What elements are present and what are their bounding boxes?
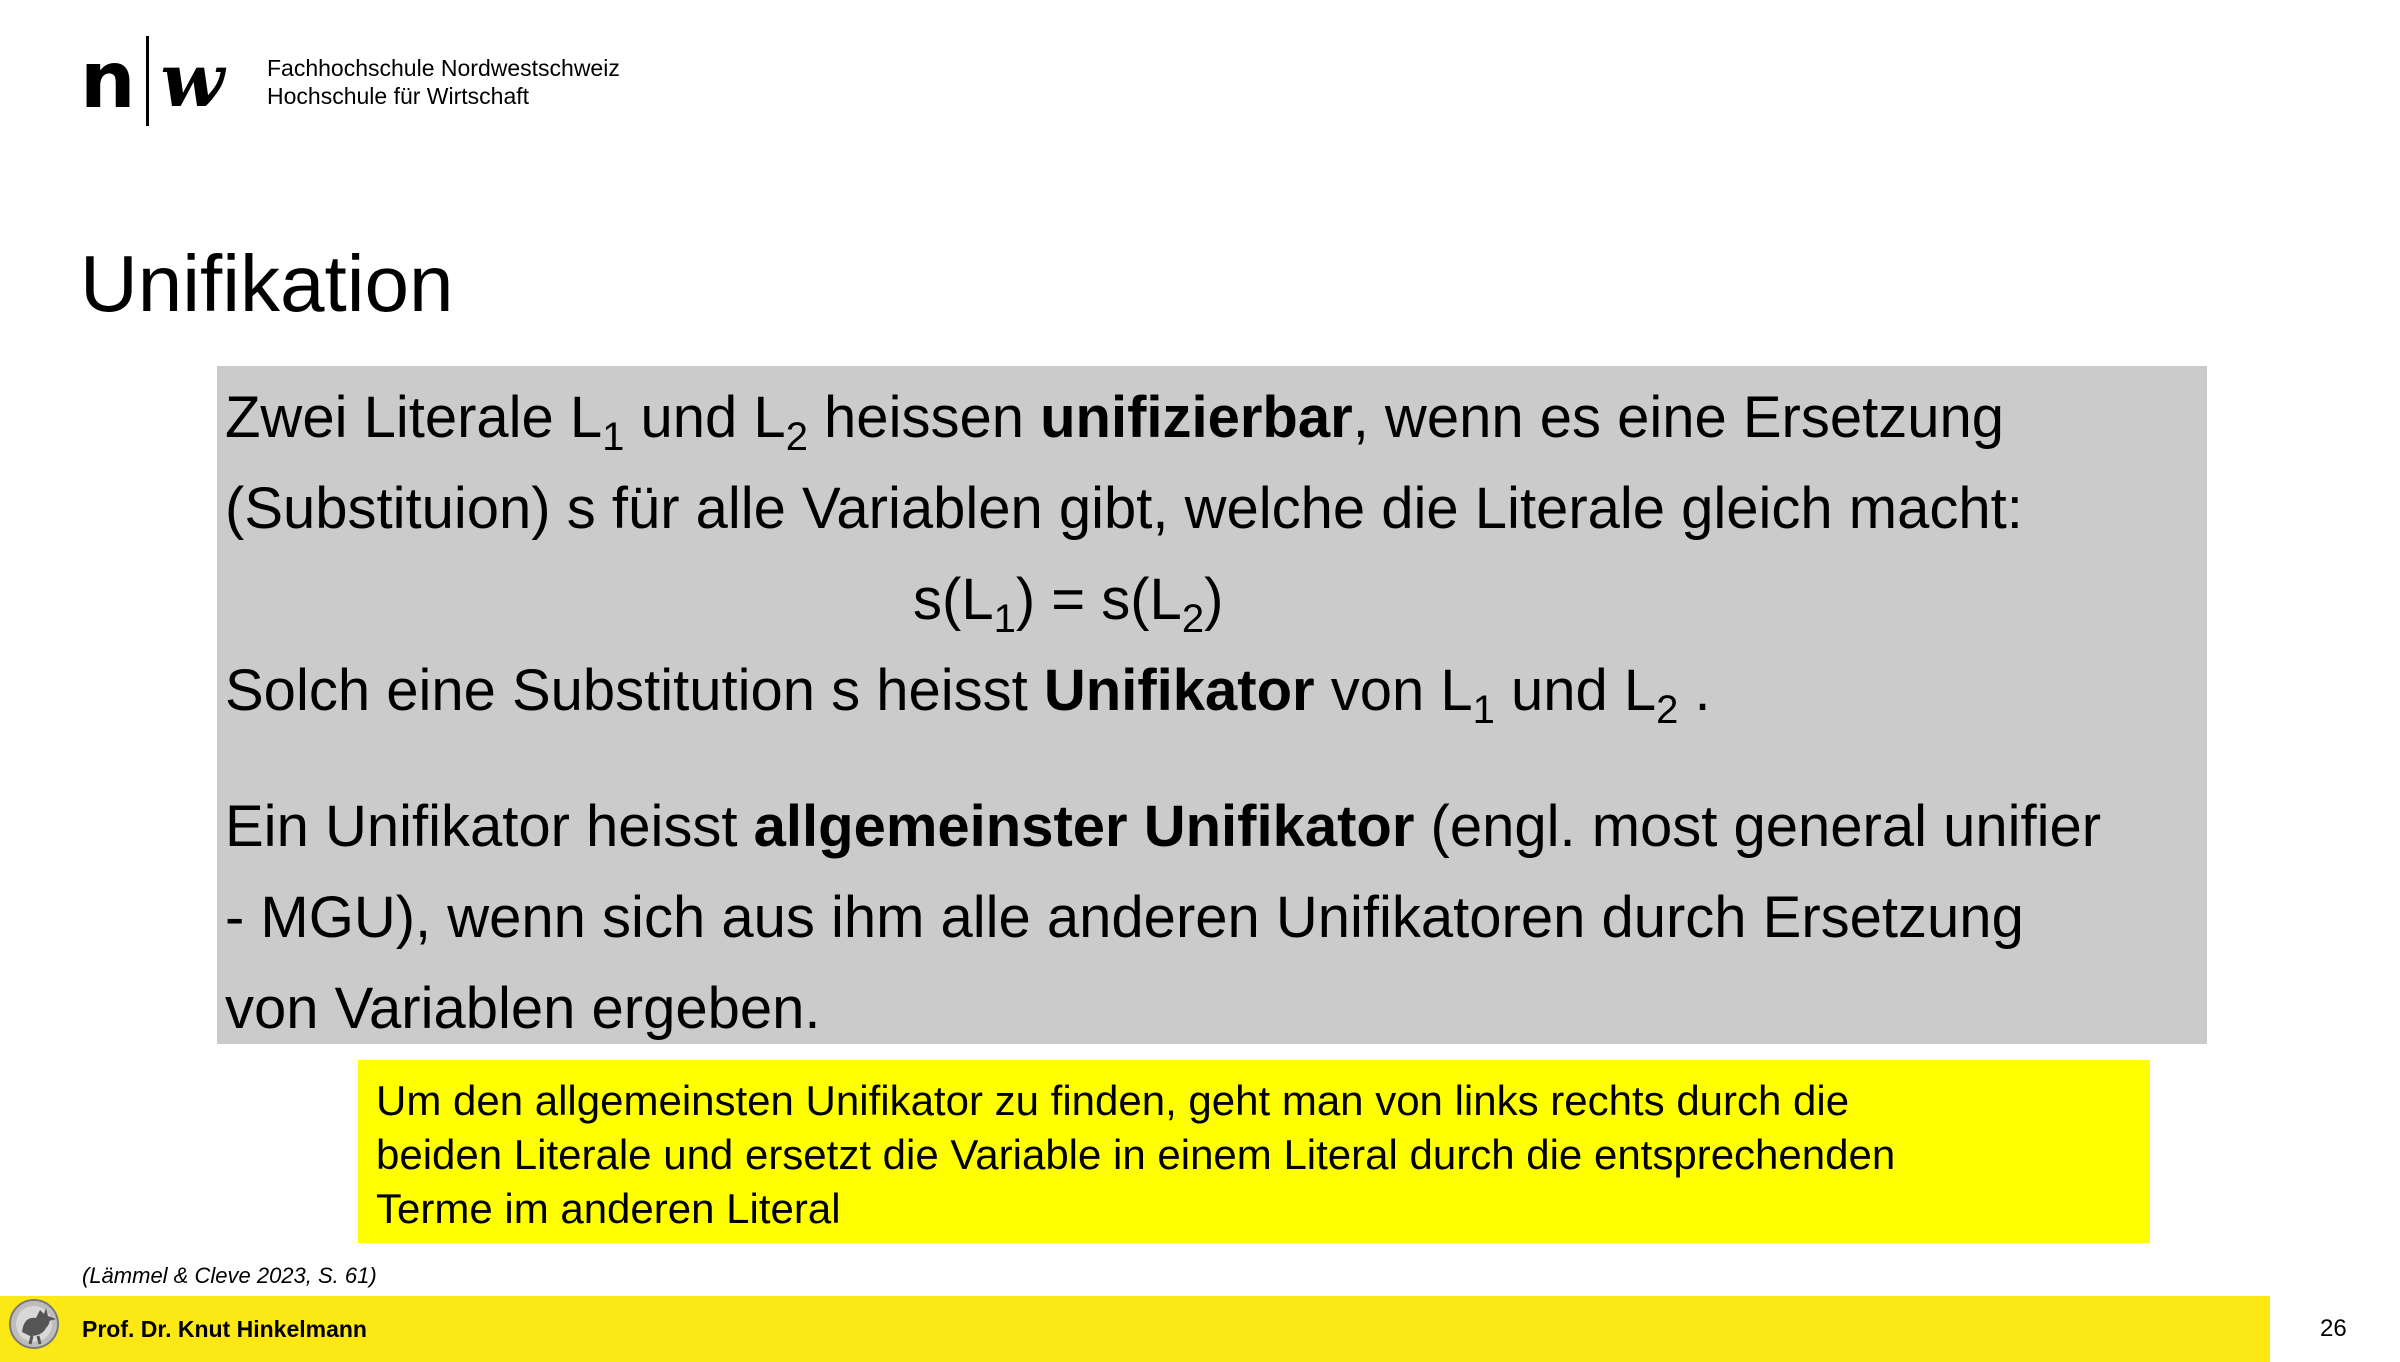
- definition-line-2: (Substituion) s für alle Variablen gibt,…: [225, 476, 2023, 541]
- hint-box: Um den allgemeinsten Unifikator zu finde…: [358, 1060, 2150, 1243]
- institution-line-1: Fachhochschule Nordwestschweiz: [267, 55, 620, 81]
- logo-w: w: [160, 38, 225, 124]
- definition-line-4: Solch eine Substitution s heisst Unifika…: [225, 658, 1711, 732]
- term-unifizierbar: unifizierbar: [1040, 385, 1353, 450]
- definition-box: Zwei Literale L1 und L2 heissen unifizie…: [217, 366, 2207, 1044]
- logo-n: n: [80, 36, 136, 126]
- mgu-line-3: von Variablen ergeben.: [225, 976, 821, 1041]
- definition-line-1: Zwei Literale L1 und L2 heissen unifizie…: [225, 385, 2004, 459]
- fhnw-logo: n w: [80, 36, 224, 126]
- term-allgemeinster-unifikator: allgemeinster Unifikator: [753, 794, 1415, 859]
- term-unifikator: Unifikator: [1043, 658, 1315, 723]
- institution-line-2: Hochschule für Wirtschaft: [267, 83, 530, 109]
- rooster-icon: [9, 1299, 59, 1349]
- mgu-line-1: Ein Unifikator heisst allgemeinster Unif…: [225, 794, 2102, 859]
- slide-title: Unifikation: [80, 239, 454, 328]
- institution-name: Fachhochschule Nordwestschweiz Hochschul…: [267, 54, 620, 110]
- unifier-formula: s(L1) = s(L2): [913, 567, 1224, 641]
- logo-divider: [145, 36, 149, 126]
- citation: (Lämmel & Cleve 2023, S. 61): [82, 1263, 377, 1288]
- author-name: Prof. Dr. Knut Hinkelmann: [82, 1316, 367, 1342]
- page-number: 26: [2320, 1315, 2347, 1342]
- mgu-line-2: - MGU), wenn sich aus ihm alle anderen U…: [225, 885, 2024, 950]
